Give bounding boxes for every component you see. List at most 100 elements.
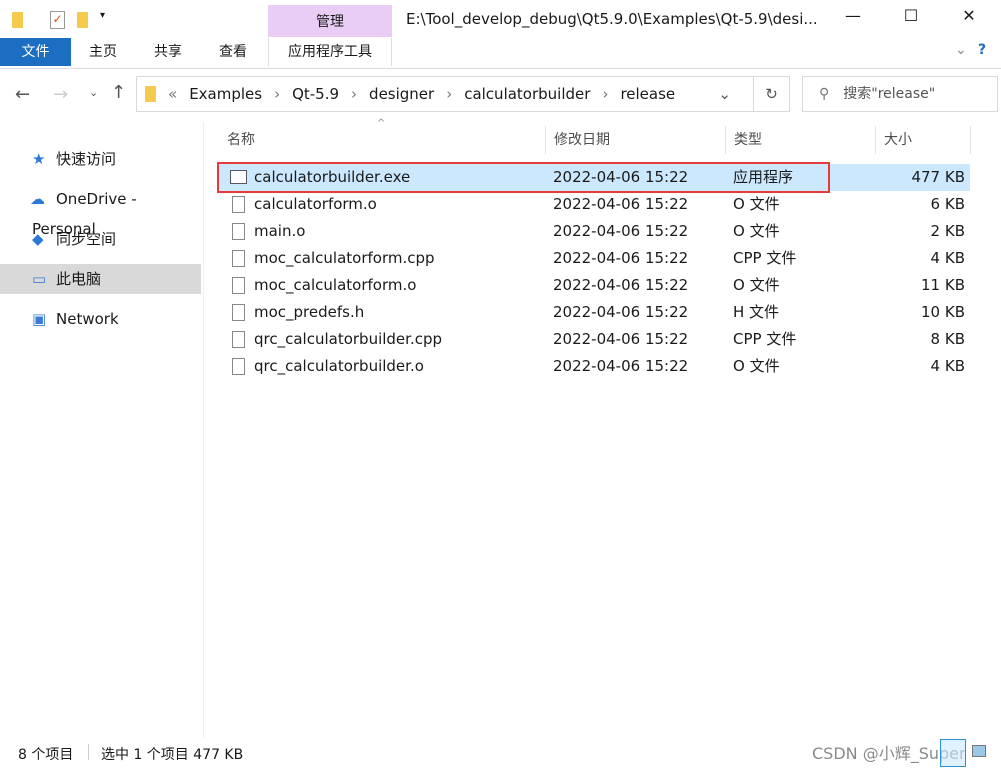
chevron-right-icon[interactable]: › [446, 85, 452, 103]
nav-sync-space[interactable]: ◆ 同步空间 [0, 224, 201, 254]
large-icons-view-button[interactable] [972, 745, 986, 757]
search-placeholder: 搜索"release" [843, 86, 936, 102]
cloud-icon: ☁ [30, 190, 45, 208]
chevron-right-icon[interactable]: › [351, 85, 357, 103]
file-name: qrc_calculatorbuilder.cpp [254, 330, 443, 348]
sync-icon: ◆ [32, 230, 44, 248]
refresh-button[interactable]: ↻ [753, 77, 789, 111]
expand-ribbon-icon[interactable]: ⌄ [955, 42, 967, 58]
file-date: 2022-04-06 15:22 [553, 357, 689, 375]
file-icon [232, 358, 245, 375]
file-date: 2022-04-06 15:22 [553, 195, 689, 213]
search-icon: ⚲ [819, 86, 830, 102]
maximize-button[interactable]: ☐ [888, 6, 934, 25]
breadcrumb-release[interactable]: release [620, 85, 675, 103]
customize-toolbar-icon[interactable]: ▾ [100, 10, 105, 21]
file-row[interactable]: main.o 2022-04-06 15:22 O 文件 2 KB [218, 218, 970, 245]
close-button[interactable]: ✕ [946, 6, 992, 25]
file-size: 8 KB [930, 330, 965, 348]
chevron-right-icon[interactable]: › [602, 85, 608, 103]
ribbon-divider [0, 68, 1001, 69]
file-icon [232, 223, 245, 240]
file-row[interactable]: qrc_calculatorbuilder.o 2022-04-06 15:22… [218, 353, 970, 380]
status-selection: 选中 1 个项目 477 KB [101, 747, 244, 763]
nav-this-pc[interactable]: ▭ 此电脑 [0, 264, 201, 294]
file-size: 4 KB [930, 357, 965, 375]
column-type[interactable]: 类型 [726, 126, 876, 154]
details-view-button[interactable] [940, 739, 966, 767]
breadcrumb-qt59[interactable]: Qt-5.9 [292, 85, 339, 103]
status-divider [88, 744, 89, 760]
file-size: 10 KB [921, 303, 965, 321]
new-folder-icon[interactable] [77, 12, 88, 32]
file-date: 2022-04-06 15:22 [553, 222, 689, 240]
file-name: calculatorform.o [254, 195, 377, 213]
star-icon: ★ [32, 150, 46, 168]
overflow-chevron[interactable]: « [168, 85, 177, 103]
file-icon [232, 196, 245, 213]
up-button[interactable]: ↑ [111, 82, 126, 103]
file-type: O 文件 [733, 357, 780, 375]
file-row[interactable]: moc_calculatorform.cpp 2022-04-06 15:22 … [218, 245, 970, 272]
file-row[interactable]: moc_predefs.h 2022-04-06 15:22 H 文件 10 K… [218, 299, 970, 326]
file-icon [232, 277, 245, 294]
tab-view[interactable]: 查看 [208, 38, 258, 66]
file-type: CPP 文件 [733, 330, 797, 348]
breadcrumb-designer[interactable]: designer [369, 85, 434, 103]
address-bar[interactable]: « Examples › Qt-5.9 › designer › calculator… [136, 76, 790, 112]
context-group-manage: 管理 [268, 5, 392, 37]
minimize-button[interactable]: — [830, 6, 876, 25]
forward-button[interactable]: → [53, 84, 68, 105]
tab-share[interactable]: 共享 [143, 38, 193, 66]
file-name: qrc_calculatorbuilder.o [254, 357, 424, 375]
status-item-count: 8 个项目 [18, 747, 74, 763]
file-type: H 文件 [733, 303, 780, 321]
file-type: O 文件 [733, 222, 780, 240]
file-icon [232, 250, 245, 267]
tab-home[interactable]: 主页 [78, 38, 128, 66]
file-row[interactable]: moc_calculatorform.o 2022-04-06 15:22 O … [218, 272, 970, 299]
file-type: CPP 文件 [733, 249, 797, 267]
file-icon [232, 331, 245, 348]
file-name: main.o [254, 222, 306, 240]
file-size: 11 KB [921, 276, 965, 294]
search-input[interactable]: ⚲ 搜索"release" [802, 76, 998, 112]
nav-onedrive[interactable]: ☁ OneDrive - Personal [0, 184, 201, 238]
file-date: 2022-04-06 15:22 [553, 249, 689, 267]
network-icon: ▣ [32, 310, 47, 328]
address-dropdown-icon[interactable]: ⌄ [718, 85, 731, 103]
file-icon [232, 304, 245, 321]
highlight-box [217, 162, 830, 193]
column-name[interactable]: 名称 [219, 126, 546, 154]
recent-locations-button[interactable]: ⌄ [89, 86, 98, 99]
breadcrumb-calculatorbuilder[interactable]: calculatorbuilder [464, 85, 590, 103]
folder-icon [145, 86, 156, 102]
navigation-pane: ★ 快速访问 ☁ OneDrive - Personal ◆ 同步空间 ▭ 此电脑 ▣ N… [0, 122, 204, 738]
file-size: 2 KB [930, 222, 965, 240]
column-date[interactable]: 修改日期 [546, 126, 726, 154]
breadcrumb-examples[interactable]: Examples [189, 85, 262, 103]
file-name: moc_calculatorform.cpp [254, 249, 435, 267]
file-date: 2022-04-06 15:22 [553, 303, 689, 321]
nav-quick-access[interactable]: ★ 快速访问 [0, 144, 201, 174]
nav-network[interactable]: ▣ Network [0, 304, 201, 334]
window-title: E:\Tool_develop_debug\Qt5.9.0\Examples\Q… [406, 10, 818, 28]
file-date: 2022-04-06 15:22 [553, 330, 689, 348]
file-type: O 文件 [733, 195, 780, 213]
file-size: 477 KB [911, 168, 965, 186]
help-icon[interactable]: ? [978, 42, 986, 58]
computer-icon: ▭ [32, 270, 47, 288]
tab-file[interactable]: 文件 [0, 38, 71, 66]
folder-icon [12, 12, 23, 32]
file-name: moc_calculatorform.o [254, 276, 417, 294]
file-size: 6 KB [930, 195, 965, 213]
chevron-right-icon[interactable]: › [274, 85, 280, 103]
file-type: O 文件 [733, 276, 780, 294]
file-row[interactable]: calculatorform.o 2022-04-06 15:22 O 文件 6… [218, 191, 970, 218]
properties-icon[interactable]: ✓ [50, 11, 65, 29]
column-size[interactable]: 大小 [876, 126, 971, 154]
file-date: 2022-04-06 15:22 [553, 276, 689, 294]
tab-application-tools[interactable]: 应用程序工具 [268, 38, 392, 66]
back-button[interactable]: ← [15, 84, 30, 105]
file-row[interactable]: qrc_calculatorbuilder.cpp 2022-04-06 15:… [218, 326, 970, 353]
